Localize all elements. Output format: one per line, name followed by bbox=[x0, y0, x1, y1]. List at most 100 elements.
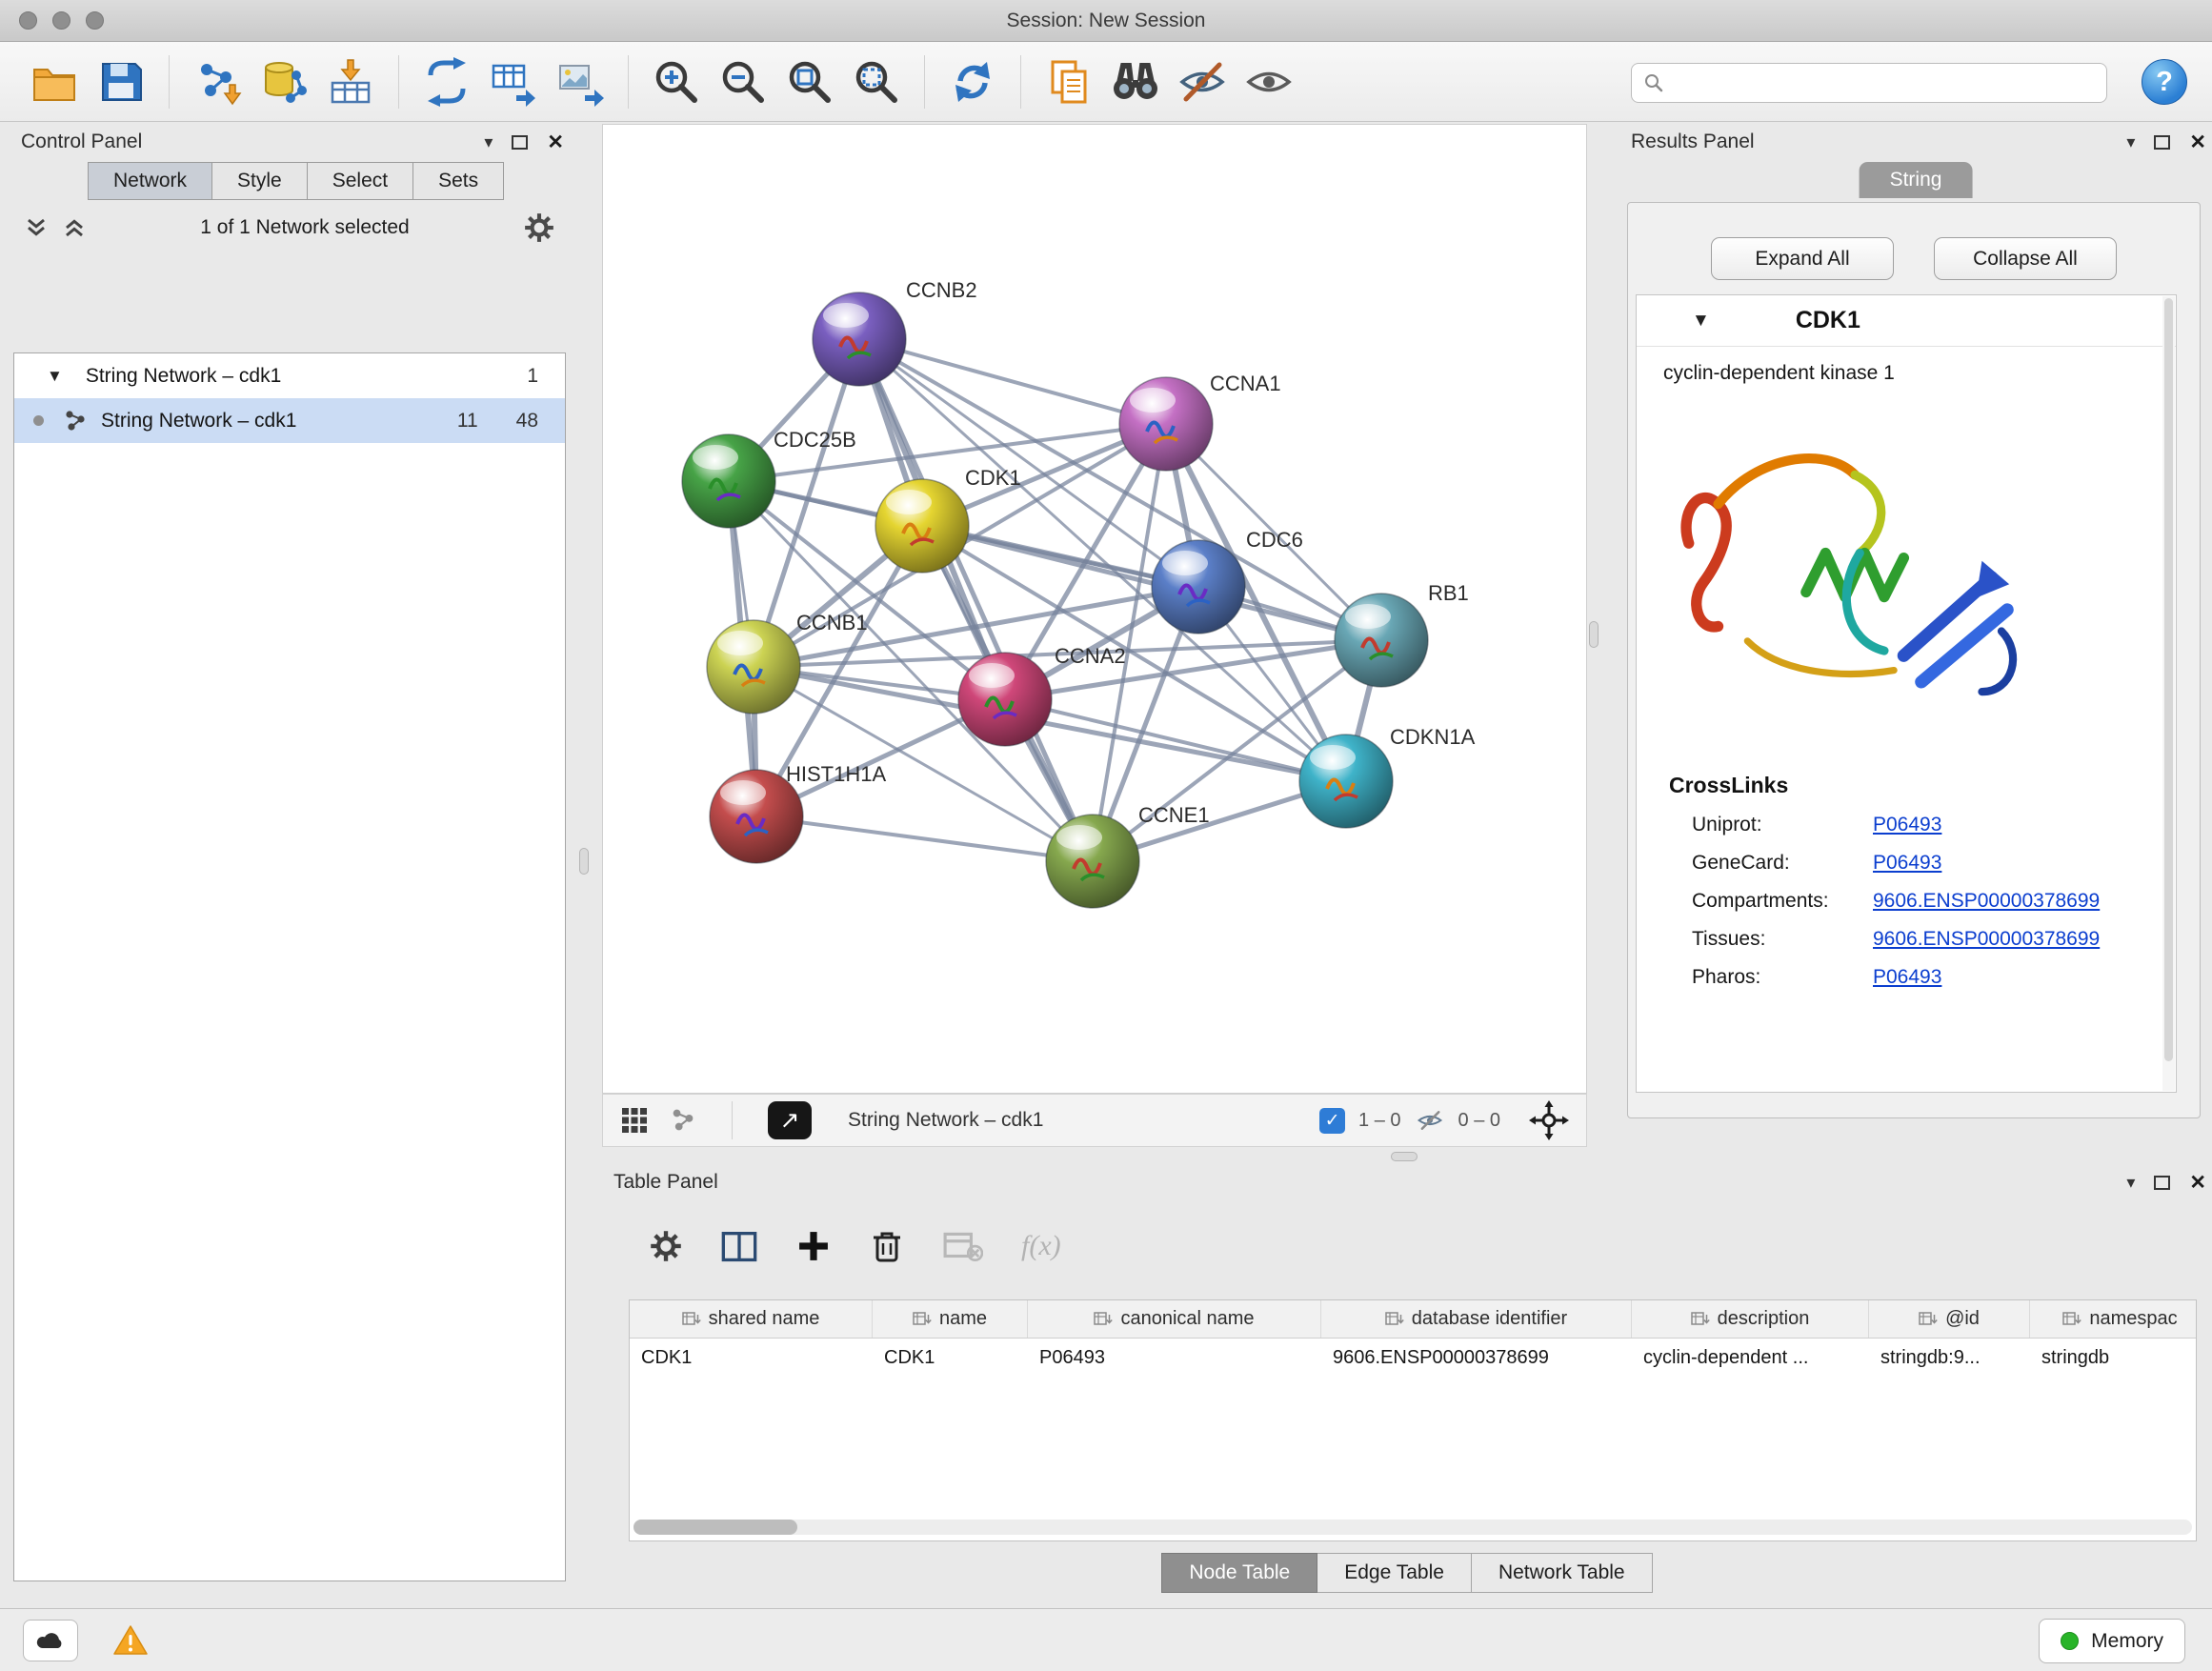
column-header-description[interactable]: description bbox=[1632, 1300, 1869, 1338]
memory-button[interactable]: Memory bbox=[2039, 1619, 2185, 1663]
crosslink-value-link[interactable]: 9606.ENSP00000378699 bbox=[1873, 928, 2100, 951]
tab-edge-table[interactable]: Edge Table bbox=[1317, 1553, 1472, 1593]
pan-crosshair-icon[interactable] bbox=[1529, 1100, 1569, 1140]
panel-float-icon[interactable] bbox=[2154, 135, 2170, 150]
results-scrollbar[interactable] bbox=[2162, 296, 2175, 1091]
crosslink-value-link[interactable]: P06493 bbox=[1873, 814, 1941, 836]
panel-float-icon[interactable] bbox=[512, 135, 528, 150]
section-collapse-caret-icon[interactable]: ▼ bbox=[1692, 311, 1710, 332]
column-header-name[interactable]: name bbox=[873, 1300, 1028, 1338]
binoculars-icon bbox=[1110, 56, 1161, 108]
tab-string[interactable]: String bbox=[1860, 162, 1973, 198]
expand-all-icon[interactable] bbox=[63, 216, 86, 239]
table-cell[interactable]: 9606.ENSP00000378699 bbox=[1321, 1339, 1632, 1380]
warning-button[interactable] bbox=[103, 1620, 158, 1661]
maximize-window-button[interactable] bbox=[86, 11, 104, 30]
new-network-button[interactable] bbox=[419, 54, 474, 110]
panel-close-icon[interactable]: ✕ bbox=[2189, 131, 2206, 154]
table-cell[interactable]: CDK1 bbox=[873, 1339, 1028, 1380]
help-button[interactable]: ? bbox=[2142, 59, 2187, 105]
network-edge[interactable] bbox=[859, 339, 1093, 861]
panel-collapse-icon[interactable]: ▾ bbox=[2126, 132, 2135, 152]
import-table-from-file-button[interactable] bbox=[323, 54, 378, 110]
column-header-shared-name[interactable]: shared name bbox=[630, 1300, 873, 1338]
crosslink-value-link[interactable]: P06493 bbox=[1873, 852, 1941, 875]
node-highlight bbox=[823, 303, 869, 328]
export-image-button[interactable] bbox=[553, 54, 608, 110]
search-input[interactable] bbox=[1674, 72, 2095, 94]
new-table-button[interactable] bbox=[486, 54, 541, 110]
tab-sets[interactable]: Sets bbox=[412, 162, 504, 200]
birds-eye-grid-icon[interactable] bbox=[620, 1106, 649, 1135]
network-collection-row[interactable]: ▼ String Network – cdk1 1 bbox=[14, 353, 565, 398]
panel-collapse-icon[interactable]: ▾ bbox=[2126, 1173, 2135, 1193]
column-header-database-identifier[interactable]: database identifier bbox=[1321, 1300, 1632, 1338]
zoom-selected-button[interactable] bbox=[849, 54, 904, 110]
table-horizontal-scrollbar[interactable] bbox=[633, 1520, 2192, 1535]
import-network-icon bbox=[191, 56, 243, 108]
cloud-button[interactable] bbox=[23, 1620, 78, 1661]
save-session-button[interactable] bbox=[93, 54, 149, 110]
tree-expand-caret-icon[interactable]: ▼ bbox=[47, 367, 63, 386]
scrollbar-thumb[interactable] bbox=[633, 1520, 797, 1535]
tab-style[interactable]: Style bbox=[211, 162, 307, 200]
open-in-new-window-button[interactable]: ↗ bbox=[768, 1101, 812, 1139]
tab-network-table[interactable]: Network Table bbox=[1472, 1553, 1653, 1593]
selected-checkbox-icon[interactable]: ✓ bbox=[1319, 1108, 1345, 1134]
show-all-button[interactable] bbox=[1241, 54, 1297, 110]
collapse-all-button[interactable]: Collapse All bbox=[1934, 237, 2117, 280]
gear-icon[interactable] bbox=[524, 212, 554, 243]
column-header-namespac[interactable]: namespac bbox=[2030, 1300, 2197, 1338]
show-columns-icon[interactable] bbox=[720, 1229, 758, 1263]
open-session-button[interactable] bbox=[27, 54, 82, 110]
new-network-arrows-icon bbox=[421, 56, 473, 108]
column-header--id[interactable]: @id bbox=[1869, 1300, 2030, 1338]
network-share-icon[interactable] bbox=[670, 1107, 696, 1134]
tab-node-table[interactable]: Node Table bbox=[1161, 1553, 1317, 1593]
zoom-out-button[interactable] bbox=[715, 54, 771, 110]
panel-collapse-icon[interactable]: ▾ bbox=[484, 132, 493, 152]
zoom-in-button[interactable] bbox=[649, 54, 704, 110]
tab-select[interactable]: Select bbox=[307, 162, 412, 200]
import-network-from-database-button[interactable] bbox=[256, 54, 312, 110]
minimize-window-button[interactable] bbox=[52, 11, 70, 30]
network-row-selected[interactable]: String Network – cdk1 11 48 bbox=[14, 398, 565, 443]
table-cell[interactable]: cyclin-dependent ... bbox=[1632, 1339, 1869, 1380]
table-cell[interactable]: P06493 bbox=[1028, 1339, 1321, 1380]
tab-network[interactable]: Network bbox=[88, 162, 211, 200]
first-neighbors-button[interactable] bbox=[1108, 54, 1163, 110]
crosslink-value-link[interactable]: P06493 bbox=[1873, 966, 1941, 989]
splitter-handle[interactable] bbox=[1391, 1152, 1418, 1161]
network-status-dot-icon bbox=[33, 415, 44, 426]
table-body: CDK1CDK1P064939606.ENSP00000378699cyclin… bbox=[630, 1339, 2196, 1380]
string-network-graph[interactable]: CCNB2CCNA1CDC25BCDK1CDC6RB1CCNB1CCNA2CDK… bbox=[603, 125, 1586, 1093]
node-label-cdc6: CDC6 bbox=[1246, 528, 1303, 552]
network-edge[interactable] bbox=[756, 816, 1093, 861]
table-cell[interactable]: stringdb bbox=[2030, 1339, 2197, 1380]
table-cell[interactable]: stringdb:9... bbox=[1869, 1339, 2030, 1380]
splitter-handle[interactable] bbox=[579, 848, 589, 875]
copy-network-button[interactable] bbox=[1041, 54, 1096, 110]
add-column-plus-icon[interactable] bbox=[796, 1229, 831, 1263]
import-network-from-file-button[interactable] bbox=[190, 54, 245, 110]
hide-selected-button[interactable] bbox=[1175, 54, 1230, 110]
apply-layout-button[interactable] bbox=[945, 54, 1000, 110]
expand-all-button[interactable]: Expand All bbox=[1711, 237, 1894, 280]
zoom-fit-button[interactable] bbox=[782, 54, 837, 110]
splitter-handle[interactable] bbox=[1589, 621, 1599, 648]
network-canvas[interactable]: CCNB2CCNA1CDC25BCDK1CDC6RB1CCNB1CCNA2CDK… bbox=[602, 124, 1587, 1094]
table-settings-gear-icon[interactable] bbox=[650, 1230, 682, 1262]
panel-close-icon[interactable]: ✕ bbox=[2189, 1171, 2206, 1195]
crosslink-value-link[interactable]: 9606.ENSP00000378699 bbox=[1873, 890, 2100, 913]
table-cell[interactable]: CDK1 bbox=[630, 1339, 873, 1380]
search-field[interactable] bbox=[1631, 63, 2107, 103]
protein-section-header[interactable]: ▼ CDK1 bbox=[1637, 295, 2176, 347]
panel-close-icon[interactable]: ✕ bbox=[547, 131, 564, 154]
delete-column-trash-icon[interactable] bbox=[869, 1228, 905, 1264]
table-row[interactable]: CDK1CDK1P064939606.ENSP00000378699cyclin… bbox=[630, 1339, 2196, 1380]
collapse-all-icon[interactable] bbox=[25, 216, 48, 239]
table-panel: Table Panel ▾ ✕ bbox=[602, 1164, 2212, 1599]
panel-float-icon[interactable] bbox=[2154, 1176, 2170, 1190]
close-window-button[interactable] bbox=[19, 11, 37, 30]
column-header-canonical-name[interactable]: canonical name bbox=[1028, 1300, 1321, 1338]
